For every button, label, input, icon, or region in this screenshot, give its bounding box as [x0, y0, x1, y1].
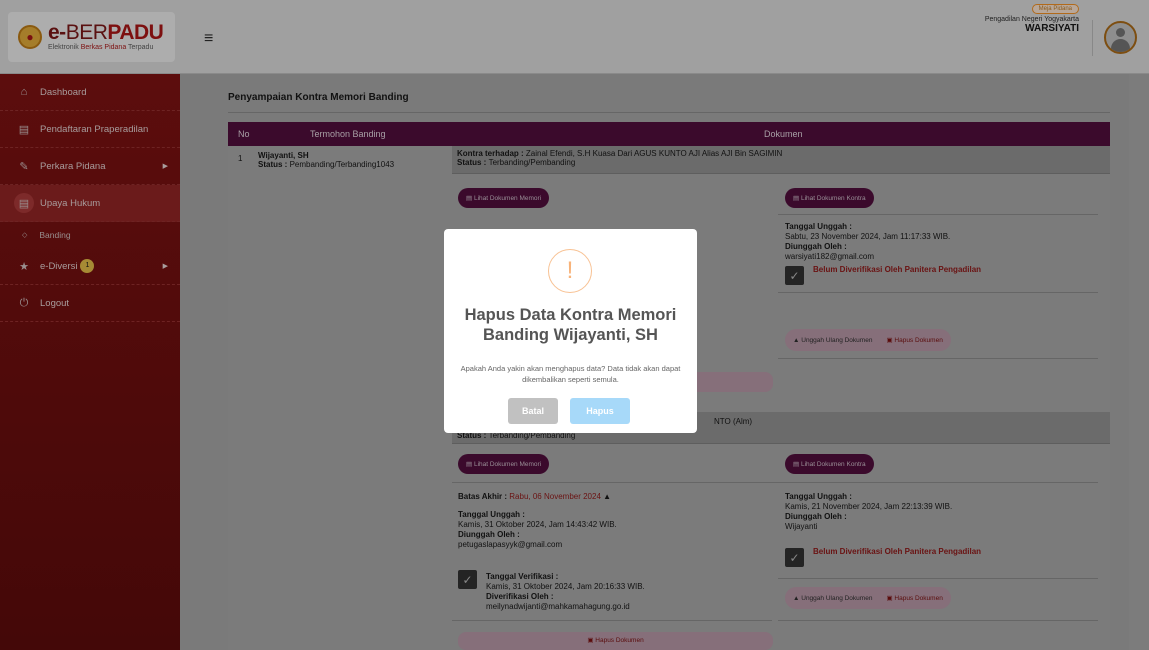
sidebar-subitem-banding[interactable]: ◇ Banding [0, 222, 180, 248]
app-logo[interactable]: ● e-BERPADU Elektronik Berkas Pidana Ter… [8, 12, 175, 62]
logo-title: e-BERPADU [48, 21, 164, 44]
divider [778, 578, 1098, 579]
folder-icon: ▤ [18, 123, 30, 136]
confirm-delete-button[interactable]: Hapus [570, 398, 630, 424]
verification-warning: Belum Diverifikasi Oleh Panitera Pengadi… [813, 547, 982, 556]
header-divider [1092, 20, 1093, 56]
check-icon: ✓ [785, 548, 804, 567]
diamond-icon: ◇ [22, 232, 28, 239]
view-kontra-button[interactable]: ▤ Lihat Dokumen Kontra [785, 454, 874, 474]
chevron-right-icon: ▶ [162, 263, 168, 270]
col-no: No [238, 129, 250, 139]
page-title: Penyampaian Kontra Memori Banding [228, 92, 409, 103]
logo-subtitle: Elektronik Berkas Pidana Terpadu [48, 44, 154, 51]
sidebar-item-dashboard[interactable]: ⌂ Dashboard [0, 74, 180, 111]
view-memori-button[interactable]: ▤ Lihat Dokumen Memori [458, 454, 550, 474]
doc-actions: ▲ Unggah Ulang Dokumen ▣ Hapus Dokumen [785, 587, 951, 609]
scrollbar[interactable] [1129, 74, 1149, 650]
folder-icon: ▤ [14, 193, 34, 213]
divider [778, 292, 1098, 293]
document-icon: ▤ [466, 195, 474, 202]
user-info: Meja Pidana Pengadilan Negeri Yogyakarta… [985, 2, 1079, 34]
view-kontra-button[interactable]: ▤ Lihat Dokumen Kontra [785, 188, 874, 208]
user-avatar-icon[interactable] [1104, 21, 1137, 54]
court-name: Pengadilan Negeri Yogyakarta [984, 16, 1079, 23]
power-icon: ⏻ [19, 296, 29, 309]
divider [452, 620, 772, 621]
row-termohon: Wijayanti, SH Status : Pembanding/Terban… [258, 151, 395, 169]
sidebar-item-perkara-pidana[interactable]: ✎ Perkara Pidana ▶ [0, 148, 180, 185]
star-icon: ★ [19, 260, 29, 273]
cancel-button[interactable]: Batal [508, 398, 558, 424]
doc-actions: ▲ Unggah Ulang Dokumen ▣ Hapus Dokumen [785, 329, 951, 351]
view-memori-button[interactable]: ▤ Lihat Dokumen Memori [458, 188, 550, 208]
table-row: 1 Wijayanti, SH Status : Pembanding/Terb… [228, 146, 452, 650]
sidebar-item-logout[interactable]: ⏻ Logout [0, 285, 180, 322]
upload-info: Tanggal Unggah : Sabtu, 23 November 2024… [785, 222, 951, 261]
divider [778, 358, 1098, 359]
sidebar-item-e-diversi[interactable]: ★ e-Diversi 1 ▶ [0, 248, 180, 285]
warning-icon: ▲ [603, 492, 612, 501]
upload-info: Tanggal Unggah : Kamis, 21 November 2024… [785, 492, 953, 531]
upload-icon: ▲ [793, 336, 802, 344]
reupload-button[interactable]: ▲ Unggah Ulang Dokumen [793, 337, 872, 344]
notification-badge: 1 [80, 259, 95, 273]
document-icon: ▤ [466, 461, 474, 468]
col-dokumen: Dokumen [764, 129, 803, 139]
document-icon: ▤ [793, 461, 801, 468]
check-icon: ✓ [458, 570, 477, 589]
home-icon: ⌂ [20, 86, 28, 98]
upload-icon: ▲ [793, 594, 802, 602]
divider [778, 214, 1098, 215]
verification-warning: Belum Diverifikasi Oleh Panitera Pengadi… [813, 265, 982, 274]
top-header: ● e-BERPADU Elektronik Berkas Pidana Ter… [0, 0, 1149, 74]
dialog-message: Apakah Anda yakin akan menghapus data? D… [460, 364, 681, 384]
reupload-button[interactable]: ▲ Unggah Ulang Dokumen [793, 595, 872, 602]
check-icon: ✓ [785, 266, 804, 285]
delete-doc-button[interactable]: ▣ Hapus Dokumen [886, 594, 942, 602]
document-icon: ▤ [793, 195, 801, 202]
sidebar: ⌂ Dashboard ▤ Pendaftaran Praperadilan ✎ Pe… [0, 74, 180, 650]
court-emblem-icon: ● [18, 25, 42, 49]
verification-info: Tanggal Verifikasi : Kamis, 31 Oktober 2… [486, 572, 645, 611]
table-header: No Termohon Banding Dokumen [228, 122, 1110, 146]
divider [452, 482, 1098, 483]
col-termohon: Termohon Banding [310, 129, 386, 139]
chevron-right-icon: ▶ [162, 163, 168, 170]
memori-info: Batas Akhir : Rabu, 06 November 2024 ▲ T… [458, 492, 617, 549]
delete-doc-button[interactable]: ▣ Hapus Dokumen [886, 336, 942, 344]
doc-group-header: Kontra terhadap : Zainal Efendi, S.H Kua… [452, 146, 1110, 174]
dialog-title: Hapus Data Kontra Memori Banding Wijayan… [464, 306, 677, 344]
warning-icon: ! [548, 249, 592, 293]
menu-toggle-icon[interactable]: ≡ [204, 30, 213, 48]
delete-memori-button[interactable]: ▣ Hapus Dokumen [458, 632, 773, 650]
edit-icon: ✎ [19, 160, 29, 173]
sidebar-item-upaya-hukum[interactable]: ▤ Upaya Hukum [0, 185, 180, 222]
user-name: WARSIYATI [1025, 23, 1079, 34]
divider [778, 620, 1098, 621]
row-number: 1 [238, 154, 243, 163]
confirm-dialog: ! Hapus Data Kontra Memori Banding Wijay… [444, 229, 697, 433]
role-badge: Meja Pidana [1031, 4, 1079, 14]
sidebar-item-praperadilan[interactable]: ▤ Pendaftaran Praperadilan [0, 111, 180, 148]
title-divider [228, 112, 1110, 113]
